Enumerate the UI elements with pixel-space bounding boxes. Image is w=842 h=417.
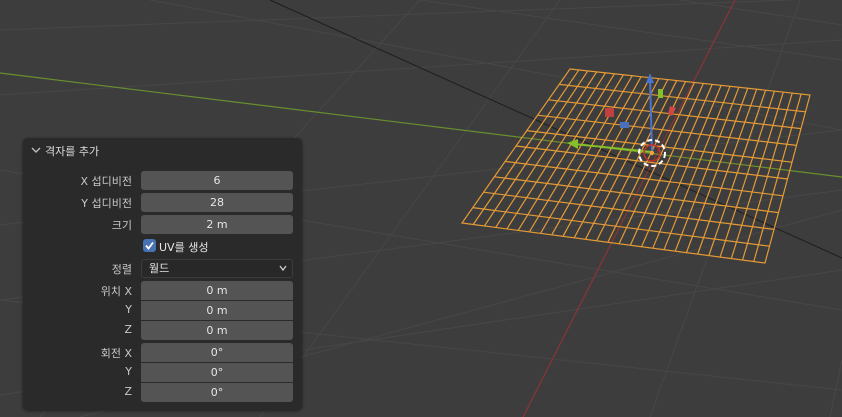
- generate-uvs-label: UV를 생성: [159, 241, 209, 254]
- location-z-field[interactable]: 0 m: [141, 321, 293, 340]
- mesh-edge-col: [629, 83, 704, 246]
- mesh-edge-col: [607, 81, 687, 243]
- black-guide-line: [269, 0, 842, 259]
- rotation-x-row: 회전 X 0°: [23, 343, 302, 362]
- mesh-edge-col: [730, 91, 784, 259]
- location-y-field[interactable]: 0 m: [141, 301, 293, 320]
- location-y-row: Y 0 m: [23, 301, 302, 320]
- y-subdivisions-label: Y 섭디비전: [81, 197, 132, 210]
- checkmark-icon: [145, 241, 154, 250]
- rotation-y-row: Y 0°: [23, 363, 302, 382]
- size-field[interactable]: 2 m: [141, 215, 293, 234]
- size-label: 크기: [111, 219, 132, 232]
- mesh-edge-col: [483, 70, 589, 227]
- rotation-y-label: Y: [125, 365, 132, 378]
- add-grid-operator-panel: 격자를 추가 X 섭디비전 6 Y 섭디비전 28 크기 2 m UV를 생성 …: [23, 138, 302, 410]
- rotation-z-field[interactable]: 0°: [141, 383, 293, 402]
- panel-title: 격자를 추가: [45, 145, 100, 158]
- align-row: 정렬 월드: [23, 259, 302, 278]
- x-subdivisions-row: X 섭디비전 6: [23, 171, 302, 190]
- mesh-edge-col: [652, 85, 722, 249]
- location-z-row: Z 0 m: [23, 321, 302, 340]
- chevron-down-icon[interactable]: [31, 146, 41, 154]
- generate-uvs-checkbox[interactable]: [143, 239, 156, 252]
- mesh-edge-col: [472, 69, 580, 225]
- rotation-z-label: Z: [124, 385, 132, 398]
- mesh-edge-col: [741, 92, 793, 261]
- x-subdivisions-field[interactable]: 6: [141, 171, 293, 190]
- rotation-x-field[interactable]: 0°: [141, 343, 293, 362]
- align-value: 월드: [149, 262, 170, 275]
- rotation-x-label: 회전 X: [100, 347, 132, 360]
- mesh-edge-col: [562, 77, 651, 237]
- chevron-down-icon: [279, 265, 287, 271]
- size-row: 크기 2 m: [23, 215, 302, 234]
- location-x-row: 위치 X 0 m: [23, 281, 302, 300]
- location-x-field[interactable]: 0 m: [141, 281, 293, 300]
- align-label: 정렬: [111, 263, 132, 276]
- y-subdivisions-field[interactable]: 28: [141, 193, 293, 212]
- align-dropdown[interactable]: 월드: [141, 259, 293, 278]
- location-z-label: Z: [124, 323, 132, 336]
- x-subdivisions-label: X 섭디비전: [80, 175, 132, 188]
- location-y-label: Y: [125, 303, 132, 316]
- location-x-label: 위치 X: [100, 285, 132, 298]
- y-subdivisions-row: Y 섭디비전 28: [23, 193, 302, 212]
- rotation-y-field[interactable]: 0°: [141, 363, 293, 382]
- generate-uvs-row[interactable]: UV를 생성: [23, 237, 302, 256]
- panel-header[interactable]: 격자를 추가: [23, 138, 302, 162]
- rotation-z-row: Z 0°: [23, 383, 302, 402]
